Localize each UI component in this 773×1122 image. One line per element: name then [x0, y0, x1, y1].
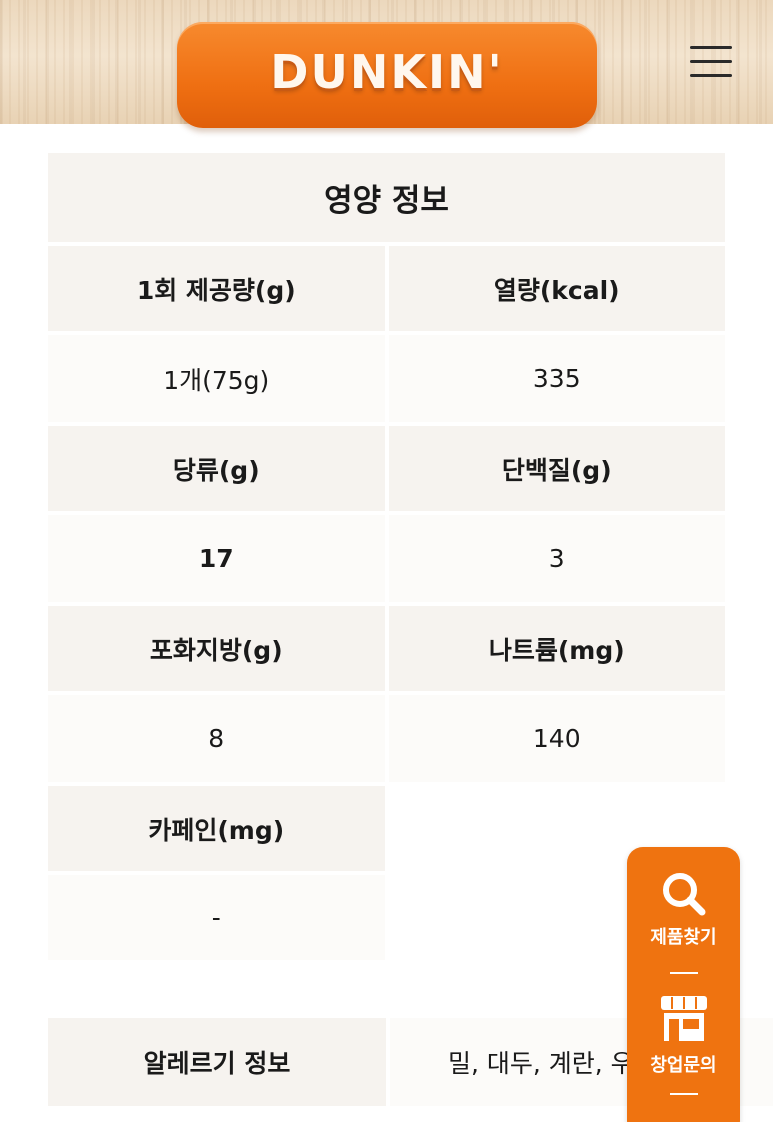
sodium-value: 140 — [388, 695, 725, 782]
floating-quick-menu: 제품찾기 창업문의 — [627, 847, 740, 1122]
menu-divider — [670, 972, 698, 974]
nutrition-title: 영양 정보 — [48, 153, 725, 242]
hamburger-menu-icon[interactable] — [688, 44, 734, 80]
find-product-button[interactable]: 제품찾기 — [627, 871, 740, 949]
sugar-value: 17 — [48, 515, 385, 602]
nutrition-table: 영양 정보 1회 제공량(g) 열량(kcal) 1개(75g) 335 당류(… — [48, 153, 725, 964]
dunkin-logo[interactable]: DUNKIN' — [177, 22, 597, 128]
saturated-fat-value: 8 — [48, 695, 385, 782]
search-icon — [662, 873, 705, 916]
calories-label: 열량(kcal) — [388, 246, 725, 331]
sugar-label: 당류(g) — [48, 426, 385, 511]
caffeine-value: - — [48, 875, 385, 960]
logo-text: DUNKIN' — [270, 45, 504, 99]
find-product-label: 제품찾기 — [650, 927, 717, 948]
caffeine-label: 카페인(mg) — [48, 786, 385, 871]
calories-value: 335 — [388, 335, 725, 422]
serving-size-label: 1회 제공량(g) — [48, 246, 385, 331]
franchise-inquiry-button[interactable]: 창업문의 — [627, 993, 740, 1077]
franchise-inquiry-label: 창업문의 — [650, 1055, 717, 1076]
menu-divider — [670, 1093, 698, 1095]
protein-value: 3 — [388, 515, 725, 602]
saturated-fat-label: 포화지방(g) — [48, 606, 385, 691]
serving-size-value: 1개(75g) — [48, 335, 385, 422]
store-icon — [660, 996, 707, 1041]
sodium-label: 나트륨(mg) — [388, 606, 725, 691]
protein-label: 단백질(g) — [388, 426, 725, 511]
allergy-label: 알레르기 정보 — [48, 1018, 386, 1106]
header: DUNKIN' — [0, 0, 773, 128]
